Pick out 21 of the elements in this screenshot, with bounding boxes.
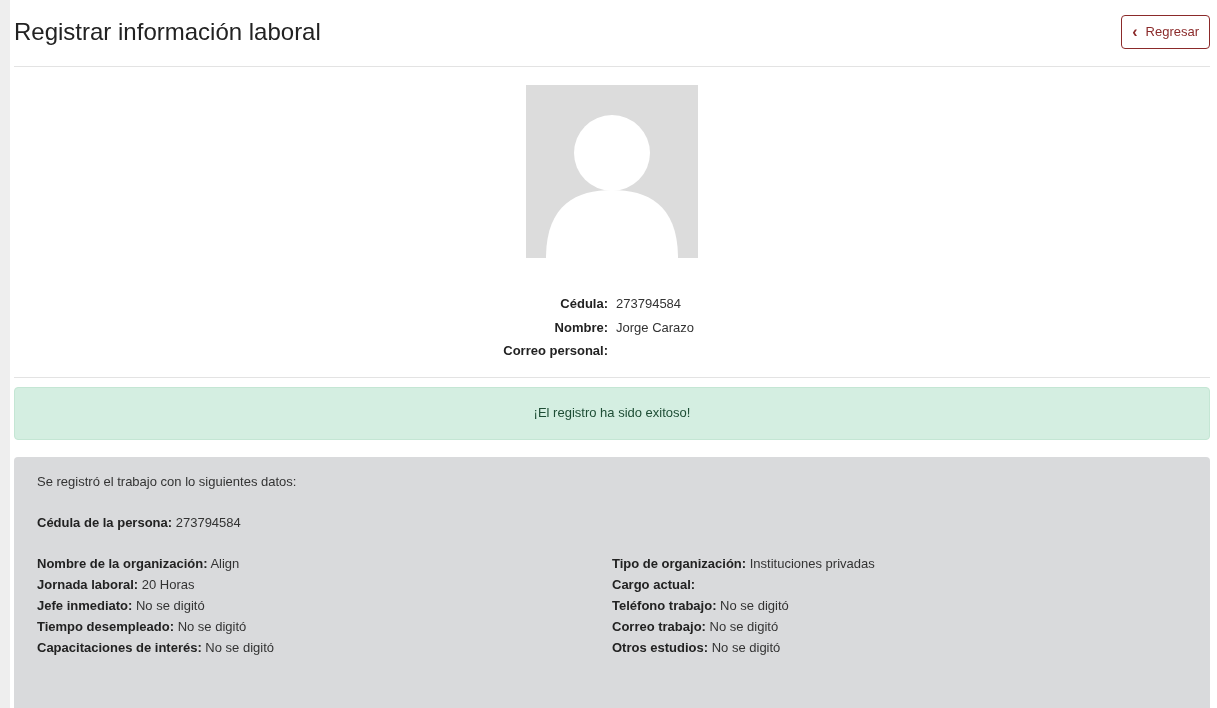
field-value: Jorge Carazo — [616, 318, 696, 337]
detail-line: Otros estudios: No se digitó — [612, 638, 782, 657]
field-label: Correo personal: — [503, 342, 608, 360]
detail-line: Jefe inmediato: No se digitó — [37, 596, 206, 615]
field-value: 273794584 — [616, 295, 683, 313]
chevron-left-icon: ‹ — [1132, 24, 1138, 40]
detail-line: Teléfono trabajo: No se digitó — [612, 596, 790, 615]
field-label: Nombre: — [553, 318, 608, 337]
detail-line: Cargo actual: — [612, 575, 697, 594]
page-title: Registrar información laboral — [14, 18, 321, 47]
detail-line: Nombre de la organización: Align — [37, 554, 241, 573]
detail-line: Jornada laboral: 20 Horas — [37, 575, 196, 594]
summary-intro: Se registró el trabajo con lo siguientes datos: — [37, 472, 298, 491]
detail-line: Tipo de organización: Instituciones privadas — [612, 554, 876, 573]
detail-line: Capacitaciones de interés: No se digitó — [37, 638, 275, 657]
detail-line: Cédula de la persona: 273794584 — [37, 513, 242, 532]
detail-line: Tiempo desempleado: No se digitó — [37, 617, 248, 636]
detail-line: Correo trabajo: No se digitó — [612, 617, 780, 636]
back-button[interactable]: ‹ Regresar — [1121, 15, 1210, 49]
field-label: Cédula: — [559, 295, 608, 313]
success-alert: ¡El registro ha sido exitoso! — [14, 386, 1210, 440]
